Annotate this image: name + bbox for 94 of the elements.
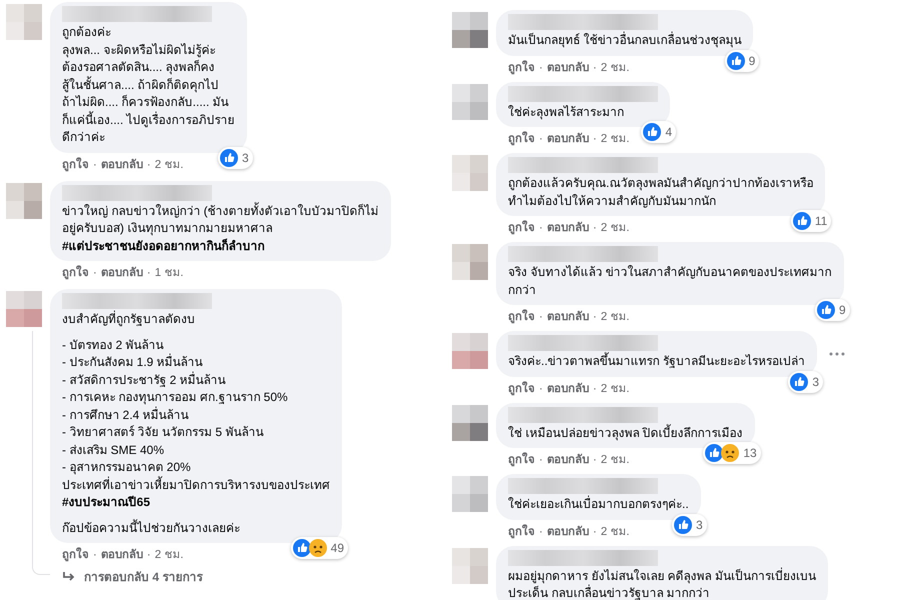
reaction-count: 3 [812,374,820,390]
comment-text: ผมอยู่มุกดาหาร ยังไม่สนใจเลย คดีลุงพล มันเป็นการเบี่ยงเบน ประเด็น กลบเกลื่อนข่าวรัฐบาล มากกว่า [508,568,816,600]
timestamp: 2 ชม. [600,60,630,76]
separator-dot: · [592,382,597,396]
comment-text: ใช่ เหมือนปล่อยข่าวลุงพล ปิดเบี้ยงลึกการเมือง [508,424,743,442]
action-link[interactable]: ถูกใจ [508,452,535,468]
action-link[interactable]: ถูกใจ [508,380,535,396]
separator-dot: · [539,310,543,325]
comment-text: จริงค่ะ..ข่าวตาพลขึ้นมาแทรก รัฐบาลมีนะยะอะไรหรอเปล่า [508,353,806,370]
timestamp: 2 ชม. [600,310,630,325]
separator-dot: · [539,132,543,147]
timestamp: 1 ชม. [154,266,184,281]
separator-dot: · [93,548,97,563]
separator-dot: · [539,524,543,540]
timestamp: 2 ชม. [600,132,630,147]
separator-dot: · [592,132,597,147]
reaction-badge[interactable]: 9 [724,50,760,72]
separator-dot: · [592,310,597,325]
avatar [452,333,488,369]
avatar [452,548,488,584]
reaction-badge[interactable]: 9 [814,299,850,321]
reaction-count: 3 [696,516,703,534]
separator-dot: · [539,60,543,76]
separator-dot: · [539,453,543,468]
separator-dot: · [539,221,543,236]
reaction-badge[interactable]: 3 [218,146,253,168]
action-link[interactable]: ตอบกลับ [100,265,143,281]
reaction-count: 4 [665,124,672,141]
reaction-count: 49 [330,540,344,557]
separator-dot: · [93,266,97,281]
avatar [452,155,488,191]
avatar [6,4,42,40]
comment-text: ข่าวใหญ่ กลบข่าวใหญ่กว่า (ช้างตายทั้งตัวเอาใบบัวมาปิดก็ไม่ อยู่ครับบอส) เงินทุกบาทมากมายมหาศาล #แต่ประชาชนยังอดอยากหากินก็ลำบาก [62,202,379,254]
comment-text: มันเป็นกลยุทธ์ ใช้ข่าวอื่นกลบเกลื่อนช่วงชุลมุน [508,32,742,50]
comment-text: จริง จับทางได้แล้ว ข่าวในสภาสำคัญกับอนาคตของประเทศมาก กกว่า [508,264,832,298]
replies-link[interactable]: การตอบกลับ 4 รายการ [50,569,202,585]
reaction-badge[interactable]: 13 [703,442,761,464]
reaction-badge[interactable]: 4 [641,121,676,143]
reaction-count: 13 [743,445,757,462]
separator-dot: · [539,382,543,396]
timestamp: 2 ชม. [600,221,630,236]
comment-text: ใช่ค่ะเยอะเกินเบื่อมากบอกตรงๆค่ะ.. [508,496,689,513]
reply-arrow-icon [62,571,76,583]
comment-text: - บัตรทอง 2 พันล้าน - ประกันสังคม 1.9 หมื่นล้าน - สวัสดิการประชารัฐ 2 หมื่นล้าน - การเคหะ กองทุนการออม ศก.ฐานราก 50% - การศึกษา 2.4 หมื่นล้าน - วิทยาศาสตร์ วิจัย นวัตกรรม 5 พันล้าน - ส่งเสริม SME 40% - อุสาหกรรมอนาคต 20% ประเทศที่เอาข่าวเหี้ยมาปิดการบริหารงบของประเทศ #งบประมาณปี65 [62,336,330,511]
avatar [452,404,488,440]
action-link[interactable]: ถูกใจ [508,220,535,236]
action-link[interactable]: ถูกใจ [62,547,89,563]
avatar [6,182,42,218]
action-link[interactable]: ถูกใจ [508,60,535,76]
action-link[interactable]: ตอบกลับ [546,309,589,325]
action-link[interactable]: ตอบกลับ [100,547,143,563]
comment-text: ก๊อปข้อความนี้ไปช่วยกันวางเลยค่ะ [62,520,241,536]
comment-text: ถูกต้องแล้วครับคุณ.ณวัตลุงพลมันสำคัญกว่าปากท้องเราหรือ ทำไมต้องไปให้ความสำคัญกับมันมากนัก [508,175,814,210]
comment-text: ใช่ค่ะลุงพลไร้สาระมาก [508,104,625,121]
reaction-badge[interactable]: 3 [788,370,824,392]
reaction-badge[interactable]: 3 [672,514,707,536]
avatar [452,12,488,48]
avatar [452,84,488,120]
action-link[interactable]: ตอบกลับ [546,220,589,236]
action-link[interactable]: ถูกใจ [62,265,89,281]
separator-dot: · [592,60,597,76]
action-link[interactable]: ถูกใจ [508,131,535,147]
separator-dot: · [592,524,597,540]
timestamp: 2 ชม. [154,548,184,563]
action-link[interactable]: ถูกใจ [508,524,535,540]
action-link[interactable]: ถูกใจ [62,156,89,172]
action-link[interactable]: ถูกใจ [508,309,535,325]
action-link[interactable]: ตอบกลับ [546,131,589,147]
reaction-badge[interactable]: 11 [790,210,832,232]
timestamp: 2 ชม. [600,382,630,396]
action-link[interactable]: ตอบกลับ [546,380,589,396]
action-link[interactable]: ตอบกลับ [546,452,589,468]
separator-dot: · [146,158,151,172]
reaction-count: 11 [814,213,828,230]
comment-text: งบสำคัญที่ถูกรัฐบาลตัดงบ [62,311,196,328]
separator-dot: · [146,548,151,563]
reaction-count: 9 [838,302,846,319]
separator-dot: · [592,221,597,236]
reaction-count: 3 [242,150,249,166]
reaction-count: 9 [748,52,756,70]
separator-dot: · [592,453,597,468]
comment-text: ถูกต้องค่ะ ลุงพล... จะผิดหรือไม่ผิดไม่รู้ค่ะ ต้องรอศาลตัดสิน.... ลุงพลก็คง สู้ในชั้นศาล.... ถ้าผิดก็ติดคุกไป ถ้าไม่ผิด.... ก็ควรฟ้องกลับ..... มัน ก็แค่นี้เอง.... ไปดูเรื่องการอภิปราย ดีกว่าค่ะ [62,24,235,146]
timestamp: 2 ชม. [154,158,184,172]
action-link[interactable]: ตอบกลับ [546,60,589,76]
avatar [452,476,488,512]
timestamp: 2 ชม. [600,453,630,468]
avatar [452,244,488,280]
reaction-badge[interactable]: 49 [290,537,348,559]
timestamp: 2 ชม. [600,524,630,540]
action-link[interactable]: ตอบกลับ [546,524,589,540]
avatar [6,291,42,327]
action-link[interactable]: ตอบกลับ [100,156,143,172]
separator-dot: · [146,266,151,281]
separator-dot: · [93,158,97,172]
